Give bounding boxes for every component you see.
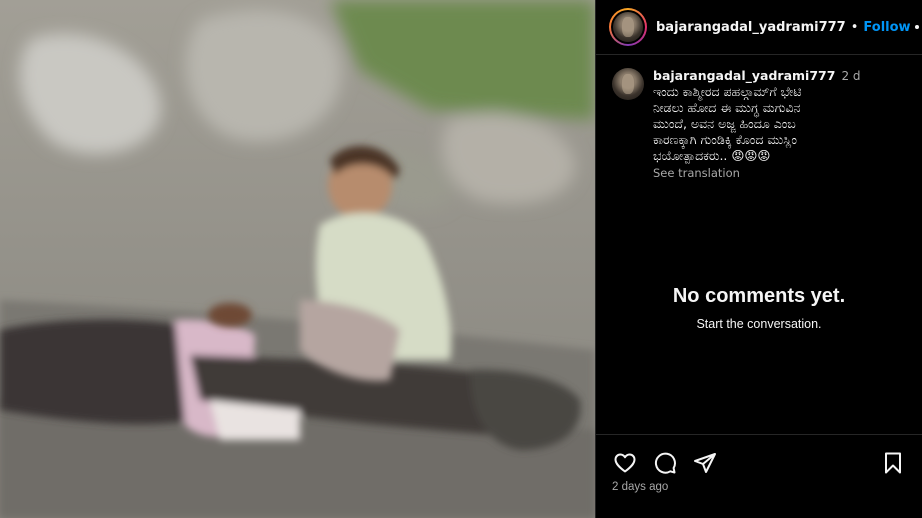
bookmark-icon[interactable]	[878, 448, 908, 478]
caption-text: ಇಂದು ಕಾಶ್ಮೀರದ ಪಹಲ್ಗಾಮ್‌ಗೆ ಭೇಟಿ ನೀಡಲು ಹೋದ…	[653, 84, 802, 163]
header-avatar[interactable]	[609, 8, 647, 46]
see-translation-link[interactable]: See translation	[653, 165, 861, 181]
follow-button[interactable]: Follow	[863, 20, 910, 35]
post-media[interactable]	[0, 0, 595, 518]
comments-empty-state: No comments yet. Start the conversation.	[596, 285, 922, 331]
post-header: bajarangadal_yadrami777 • Follow	[596, 0, 922, 55]
no-comments-title: No comments yet.	[672, 285, 846, 307]
caption-avatar[interactable]	[612, 68, 644, 100]
caption-username[interactable]: bajarangadal_yadrami777	[653, 68, 835, 83]
post-caption: bajarangadal_yadrami777 2 d ಇಂದು ಕಾಶ್ಮೀರದ…	[612, 68, 912, 181]
comment-icon[interactable]	[650, 448, 680, 478]
share-icon[interactable]	[690, 448, 720, 478]
caption-timestamp[interactable]: 2 d	[841, 69, 860, 83]
no-comments-subtitle: Start the conversation.	[696, 317, 822, 331]
post-actions-bar	[596, 434, 922, 478]
post-date[interactable]: 2 days ago	[612, 481, 668, 493]
header-separator: •	[850, 19, 859, 35]
more-horizontal-icon[interactable]	[911, 21, 922, 33]
header-username[interactable]: bajarangadal_yadrami777	[656, 20, 846, 35]
post-side-panel: bajarangadal_yadrami777 • Follow bajaran…	[595, 0, 922, 518]
heart-icon[interactable]	[610, 448, 640, 478]
post-video-frame	[0, 0, 595, 518]
